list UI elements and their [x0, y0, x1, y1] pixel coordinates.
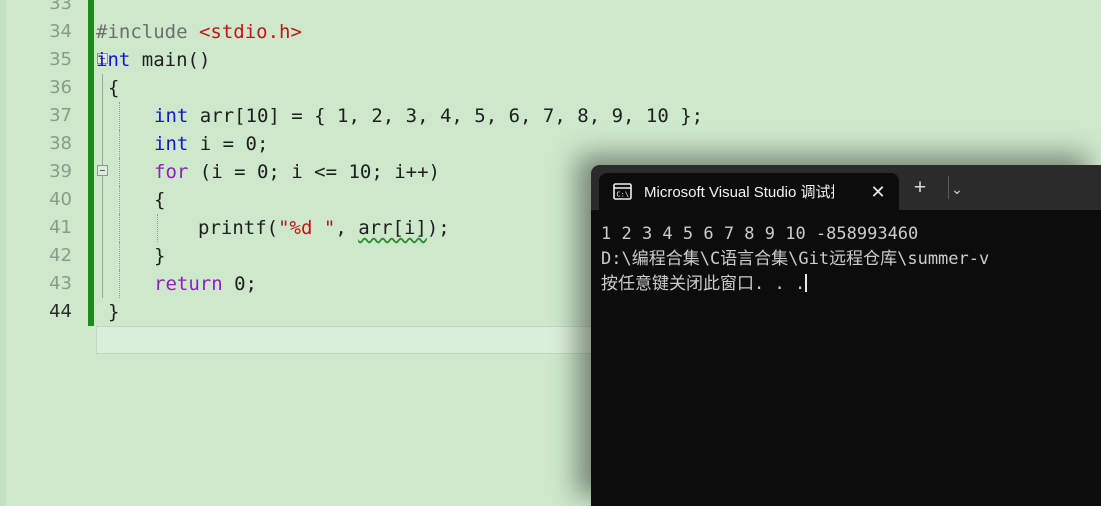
change-bar: [88, 46, 94, 74]
line-number: 41: [49, 217, 72, 238]
token-keyword-int: int: [96, 49, 131, 71]
token-arr-index-warning: arr[i]: [358, 217, 427, 239]
fold-guide: [102, 130, 103, 158]
code-line[interactable]: 38 int i = 0;: [0, 130, 1101, 158]
code-line[interactable]: 37 int arr[10] = { 1, 2, 3, 4, 5, 6, 7, …: [0, 102, 1101, 130]
line-number: 37: [49, 105, 72, 126]
code-text[interactable]: int i = 0;: [154, 130, 268, 158]
change-bar: [88, 130, 94, 158]
change-bar: [88, 298, 94, 326]
line-number: 36: [49, 77, 72, 98]
text-caret: [805, 274, 808, 292]
code-text[interactable]: int main(): [96, 46, 210, 74]
token-format-specifier: %d: [289, 217, 313, 239]
token-declaration: arr[10] = { 1, 2, 3, 4, 5, 6, 7, 8, 9, 1…: [188, 105, 704, 127]
change-bar: [88, 270, 94, 298]
token-string-tail: ": [312, 217, 336, 239]
indent-guide: [119, 270, 120, 298]
fold-guide: [102, 270, 103, 298]
token-keyword-int: int: [154, 105, 189, 127]
line-number: 44: [49, 301, 72, 322]
console-output-line: 1 2 3 4 5 6 7 8 9 10 -858993460: [601, 224, 919, 244]
svg-text:C:\: C:\: [616, 190, 629, 198]
code-text[interactable]: }: [154, 242, 165, 270]
console-window[interactable]: C:\ Microsoft Visual Studio 调试控 ✕ + ⌄ 1 …: [591, 165, 1101, 506]
line-number: 38: [49, 133, 72, 154]
screen: 33 34 #include <stdio.h> 35 int main() 3…: [0, 0, 1101, 506]
code-line[interactable]: 36 {: [0, 74, 1101, 102]
token-preprocessor: #include: [96, 21, 188, 43]
line-number: 35: [49, 49, 72, 70]
code-line[interactable]: 34 #include <stdio.h>: [0, 18, 1101, 46]
line-number: 39: [49, 161, 72, 182]
code-text[interactable]: for (i = 0; i <= 10; i++): [154, 158, 440, 186]
line-number: 43: [49, 273, 72, 294]
token-brace: }: [108, 301, 120, 323]
change-bar: [88, 18, 94, 46]
change-bar: [88, 158, 94, 186]
token-string-quote: ": [278, 217, 290, 239]
cmd-terminal-icon: C:\: [613, 183, 632, 200]
console-output-text: 按任意键关闭此窗口. . .: [601, 274, 806, 294]
code-text[interactable]: return 0;: [154, 270, 257, 298]
token-return-value: 0;: [222, 273, 257, 295]
token-call-tail: );: [426, 217, 450, 239]
token-brace: {: [154, 189, 166, 211]
fold-guide: [102, 102, 103, 130]
change-bar: [88, 242, 94, 270]
token-keyword-int: int: [154, 133, 189, 155]
change-bar: [88, 186, 94, 214]
token-comma: ,: [335, 217, 359, 239]
change-bar: [88, 102, 94, 130]
change-bar: [88, 214, 94, 242]
indent-guide: [157, 214, 158, 242]
code-text[interactable]: }: [108, 298, 119, 326]
code-text[interactable]: #include <stdio.h>: [96, 18, 302, 46]
line-number: 40: [49, 189, 72, 210]
console-title-bar[interactable]: C:\ Microsoft Visual Studio 调试控 ✕ + ⌄: [591, 165, 1101, 210]
line-number: 34: [49, 21, 72, 42]
code-text[interactable]: int arr[10] = { 1, 2, 3, 4, 5, 6, 7, 8, …: [154, 102, 703, 130]
line-number: 42: [49, 245, 72, 266]
code-text[interactable]: printf("%d ", arr[i]);: [198, 214, 450, 242]
token-brace: }: [154, 245, 166, 267]
fold-guide: [102, 214, 103, 242]
token-declaration: i = 0;: [188, 133, 269, 155]
fold-guide: [102, 242, 103, 270]
indent-guide: [119, 130, 120, 158]
indent-guide: [119, 102, 120, 130]
token-printf: printf(: [198, 217, 279, 239]
console-tab[interactable]: C:\ Microsoft Visual Studio 调试控 ✕: [599, 173, 899, 210]
indent-guide: [119, 186, 120, 214]
line-number: 33: [49, 0, 72, 14]
console-output[interactable]: 1 2 3 4 5 6 7 8 9 10 -858993460 D:\编程合集\…: [591, 210, 1101, 506]
fold-guide: [102, 74, 103, 102]
indent-guide: [119, 242, 120, 270]
indent-guide: [119, 214, 120, 242]
collapse-toggle-icon[interactable]: [97, 165, 108, 176]
token-keyword-return: return: [154, 273, 223, 295]
code-line[interactable]: 33: [0, 0, 1101, 18]
token-brace: {: [108, 77, 120, 99]
indent-guide: [119, 158, 120, 186]
console-tab-title: Microsoft Visual Studio 调试控: [644, 184, 834, 201]
change-bar: [88, 0, 94, 18]
code-text[interactable]: {: [108, 74, 119, 102]
chevron-down-icon[interactable]: ⌄: [944, 175, 970, 201]
token-main: main(): [130, 49, 211, 71]
token-keyword-for: for: [154, 161, 189, 183]
new-tab-icon[interactable]: +: [907, 175, 933, 201]
console-output-line-with-caret: 按任意键关闭此窗口. . .: [601, 272, 1101, 297]
code-line[interactable]: 35 int main(): [0, 46, 1101, 74]
token-for-clause: (i = 0; i <= 10; i++): [188, 161, 440, 183]
code-text[interactable]: {: [154, 186, 165, 214]
close-icon[interactable]: ✕: [867, 181, 889, 203]
fold-guide: [102, 186, 103, 214]
console-output-line: D:\编程合集\C语言合集\Git远程仓库\summer-v: [601, 249, 990, 269]
change-bar: [88, 74, 94, 102]
token-header: <stdio.h>: [198, 21, 302, 43]
